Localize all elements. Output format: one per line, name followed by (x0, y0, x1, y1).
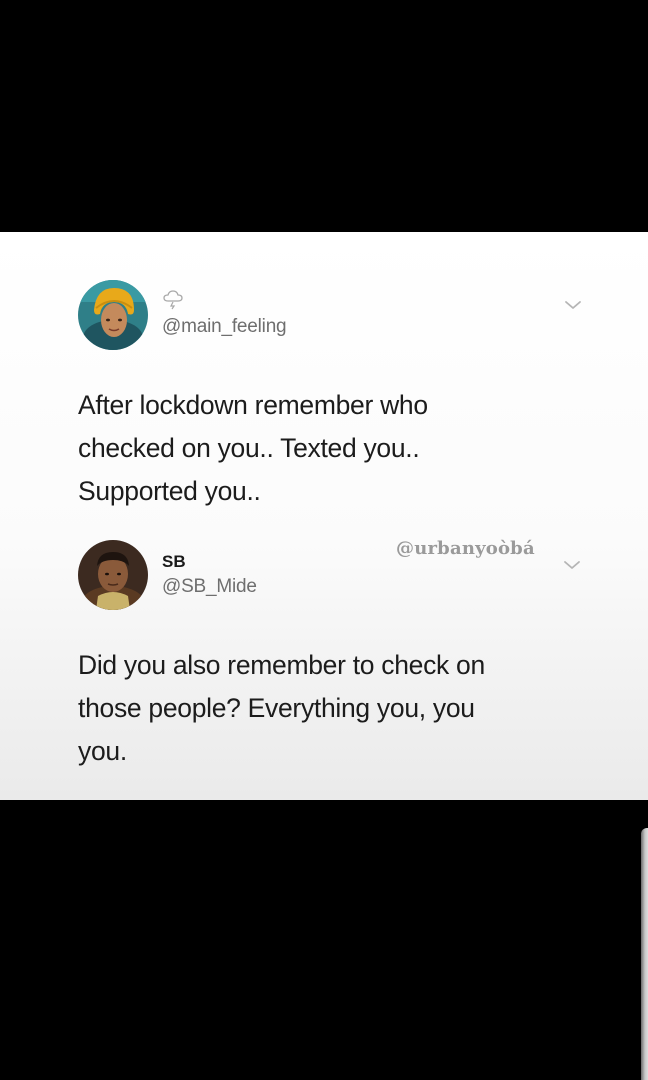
chevron-down-icon[interactable] (563, 298, 583, 312)
screen: @main_feeling After lockdown remember wh… (0, 0, 648, 1080)
watermark: @urbanyoòbá (396, 538, 535, 559)
avatar[interactable] (78, 280, 148, 350)
user-handle[interactable]: @main_feeling (162, 316, 287, 338)
chevron-down-icon[interactable] (562, 558, 582, 572)
tweet-screenshot-card: @main_feeling After lockdown remember wh… (0, 232, 648, 800)
avatar[interactable] (78, 540, 148, 610)
scrollbar[interactable] (641, 828, 648, 1080)
tweet-text: Did you also remember to check on those … (78, 650, 485, 766)
user-display-name[interactable]: SB (162, 552, 186, 572)
cloud-lightning-icon (162, 290, 184, 310)
tweet-text: After lockdown remember who checked on y… (78, 390, 428, 506)
user-handle[interactable]: @SB_Mide (162, 576, 257, 598)
